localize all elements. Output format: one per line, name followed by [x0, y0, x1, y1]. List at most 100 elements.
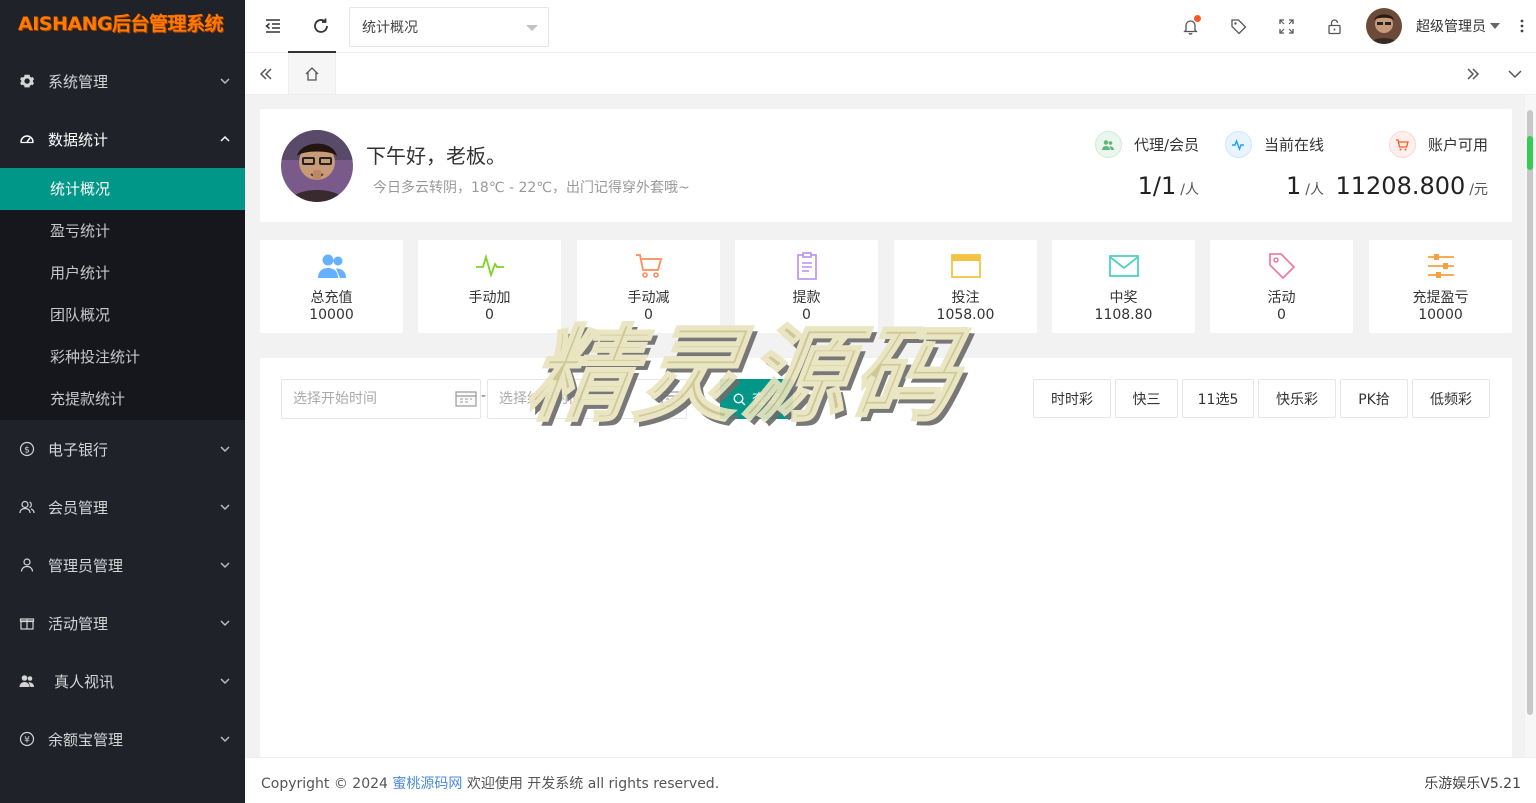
lock-icon: [1327, 18, 1341, 34]
sidebar-subitem-profit[interactable]: 盈亏统计: [0, 210, 245, 252]
gift-icon: [18, 614, 36, 632]
footer-link[interactable]: 蜜桃源码网: [392, 776, 462, 792]
scrollbar-thumb[interactable]: [1527, 110, 1533, 715]
card-label: 活动: [1267, 290, 1296, 306]
lottery-filter-pk10[interactable]: PK拾: [1340, 379, 1408, 418]
card-withdraw[interactable]: 提款 0: [735, 240, 878, 333]
sidebar-item-label: 数据统计: [48, 130, 109, 149]
lottery-filter-k3[interactable]: 快三: [1115, 379, 1178, 418]
card-deposit-withdraw-profit[interactable]: 充提盈亏 10000: [1369, 240, 1512, 333]
avatar: [281, 130, 353, 202]
app-logo[interactable]: AISHANG后台管理系统: [0, 0, 245, 52]
stat-value: 11208.800: [1335, 172, 1466, 200]
tab-home[interactable]: [288, 53, 336, 94]
summary-cards: 总充值 10000 手动加 0 手动减 0 提款 0 投注 1058.00 中奖…: [260, 240, 1512, 333]
card-label: 充提盈亏: [1412, 290, 1469, 306]
card-label: 手动减: [627, 290, 670, 306]
card-wins[interactable]: 中奖 1108.80: [1052, 240, 1195, 333]
lock-screen-button[interactable]: [1310, 0, 1358, 52]
chevron-down-icon: [219, 675, 231, 687]
chevron-down-icon: [219, 75, 231, 87]
page-select[interactable]: 统计概况: [349, 7, 549, 47]
card-label: 提款: [792, 290, 821, 306]
collapse-sidebar-button[interactable]: [249, 0, 297, 52]
nav-group-ebank: $ 电子银行: [0, 420, 245, 478]
sidebar-item-activity[interactable]: 活动管理: [0, 594, 245, 652]
lottery-filter-low-freq[interactable]: 低频彩: [1412, 379, 1490, 418]
start-time-input[interactable]: [281, 379, 481, 419]
sidebar-item-yuebao[interactable]: ¥ 余额宝管理: [0, 710, 245, 768]
lottery-filter-11x5[interactable]: 11选5: [1182, 379, 1254, 418]
avatar: [1366, 8, 1402, 44]
clipboard-icon: [735, 252, 878, 280]
fullscreen-button[interactable]: [1262, 0, 1310, 52]
notification-dot: [1194, 15, 1201, 22]
card-label: 投注: [951, 290, 980, 306]
nav-group-yuebao: ¥ 余额宝管理: [0, 710, 245, 768]
users-icon: [1094, 131, 1122, 158]
pulse-icon: [1224, 131, 1252, 158]
card-value: 0: [485, 307, 494, 323]
tabs-scroll-left-button[interactable]: [245, 53, 287, 94]
lottery-filter-ssc[interactable]: 时时彩: [1033, 379, 1111, 418]
sidebar-item-members[interactable]: 会员管理: [0, 478, 245, 536]
card-activity[interactable]: 活动 0: [1210, 240, 1353, 333]
caret-down-icon: [526, 25, 538, 31]
stat-online: 当前在线 1/人: [1224, 131, 1324, 200]
tabs-scroll-right-button[interactable]: [1452, 53, 1494, 94]
end-time-input[interactable]: [487, 379, 687, 419]
sidebar-item-label: 会员管理: [48, 498, 109, 517]
card-total-deposit[interactable]: 总充值 10000: [260, 240, 403, 333]
card-bets[interactable]: 投注 1058.00: [894, 240, 1037, 333]
tabs-dropdown-button[interactable]: [1494, 53, 1536, 94]
range-separator: -: [481, 388, 487, 404]
more-button[interactable]: [1508, 0, 1536, 52]
sidebar-item-admins[interactable]: 管理员管理: [0, 536, 245, 594]
mail-icon: [1052, 252, 1195, 280]
version-text: 乐游娱乐V5.21: [1424, 776, 1521, 792]
card-value: 0: [802, 307, 811, 323]
refresh-button[interactable]: [297, 0, 345, 52]
copyright: Copyright © 2024 蜜桃源码网 欢迎使用 开发系统 all rig…: [261, 773, 719, 793]
sidebar-subitem-team[interactable]: 团队概况: [0, 294, 245, 336]
dashboard-icon: [18, 130, 36, 148]
svg-text:$: $: [24, 446, 30, 456]
user-menu[interactable]: 超级管理员: [1358, 0, 1508, 52]
sidebar-item-ebank[interactable]: $ 电子银行: [0, 420, 245, 478]
card-label: 总充值: [310, 290, 353, 306]
notification-button[interactable]: [1166, 0, 1214, 52]
card-manual-add[interactable]: 手动加 0: [418, 240, 561, 333]
copyright-suffix: 欢迎使用 开发系统 all rights reserved.: [462, 776, 720, 792]
lottery-filter-klc[interactable]: 快乐彩: [1258, 379, 1336, 418]
top-header: 统计概况 超级管理员: [245, 0, 1536, 53]
home-icon: [305, 66, 319, 81]
nav-group-admins: 管理员管理: [0, 536, 245, 594]
stat-value: 1/1: [1137, 172, 1177, 200]
sidebar-item-label: 余额宝管理: [48, 730, 124, 749]
query-button[interactable]: 查询: [720, 379, 793, 419]
theme-button[interactable]: [1214, 0, 1262, 52]
stat-unit: /元: [1469, 182, 1488, 198]
main-content: 下午好，老板。 今日多云转阴，18℃ - 22℃，出门记得穿外套哦~ 代理/会员…: [245, 95, 1525, 757]
chevron-up-icon: [219, 133, 231, 145]
nav-group-system: 系统管理: [0, 52, 245, 110]
card-value: 1108.80: [1094, 307, 1153, 323]
sidebar-item-live-video[interactable]: 真人视讯: [0, 652, 245, 710]
caret-down-icon: [1490, 23, 1500, 29]
card-manual-subtract[interactable]: 手动减 0: [577, 240, 720, 333]
sidebar-subitem-deposit-withdraw[interactable]: 充提款统计: [0, 378, 245, 420]
sliders-icon: [1369, 252, 1512, 280]
sidebar-item-label: 电子银行: [48, 440, 109, 459]
sidebar-item-stats[interactable]: 数据统计: [0, 110, 245, 168]
sidebar-subitem-overview[interactable]: 统计概况: [0, 168, 245, 210]
more-vertical-icon: [1520, 19, 1524, 33]
card-label: 中奖: [1109, 290, 1138, 306]
sidebar-item-system[interactable]: 系统管理: [0, 52, 245, 110]
user-name: 超级管理员: [1416, 19, 1486, 35]
nav-group-stats: 数据统计 统计概况 盈亏统计 用户统计 团队概况 彩种投注统计 充提款统计: [0, 110, 245, 420]
tag-icon: [1230, 18, 1246, 34]
greeting: 下午好，老板。: [366, 144, 506, 168]
yen-icon: ¥: [18, 730, 36, 748]
sidebar-subitem-lottery-bets[interactable]: 彩种投注统计: [0, 336, 245, 378]
sidebar-subitem-users[interactable]: 用户统计: [0, 252, 245, 294]
